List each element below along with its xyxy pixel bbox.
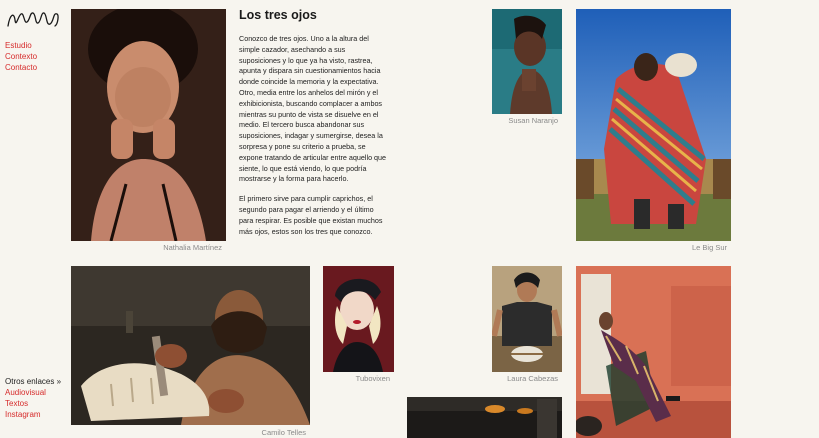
caption-tubovixen: Tubovixen bbox=[355, 374, 390, 383]
article: Los tres ojos Conozco de tres ojos. Uno … bbox=[239, 8, 387, 246]
photo-red-wall-portrait[interactable] bbox=[576, 266, 731, 438]
portrait-image bbox=[323, 266, 394, 372]
article-paragraph: El primero sirve para cumplir caprichos,… bbox=[239, 194, 383, 236]
caption-susan: Susan Naranjo bbox=[508, 116, 558, 125]
photo-interior[interactable] bbox=[407, 397, 562, 438]
nav-estudio-link[interactable]: Estudio bbox=[5, 40, 37, 51]
landscape-image bbox=[576, 9, 731, 241]
caption-camilo: Camilo Telles bbox=[261, 428, 306, 437]
photo-nathalia-martinez[interactable] bbox=[71, 9, 226, 241]
article-paragraph: Conozco de tres ojos. Uno a la altura de… bbox=[239, 34, 387, 184]
nav-contexto-link[interactable]: Contexto bbox=[5, 51, 37, 62]
main-nav: Estudio Contexto Contacto bbox=[5, 40, 37, 73]
portrait-image bbox=[71, 9, 226, 241]
photo-le-big-sur[interactable] bbox=[576, 9, 731, 241]
portrait-image bbox=[492, 266, 562, 372]
caption-le-big-sur: Le Big Sur bbox=[691, 243, 727, 252]
caption-laura: Laura Cabezas bbox=[507, 374, 558, 383]
photo-susan-naranjo[interactable] bbox=[492, 9, 562, 114]
butcher-image bbox=[71, 266, 310, 425]
photo-laura-cabezas[interactable] bbox=[492, 266, 562, 372]
audiovisual-link[interactable]: Audiovisual bbox=[5, 387, 61, 398]
instagram-link[interactable]: Instagram bbox=[5, 409, 61, 420]
interior-image bbox=[407, 397, 562, 438]
other-links-header: Otros enlaces » bbox=[5, 377, 62, 386]
portrait-image bbox=[576, 266, 731, 438]
textos-link[interactable]: Textos bbox=[5, 398, 61, 409]
portrait-image bbox=[492, 9, 562, 114]
nav-contacto-link[interactable]: Contacto bbox=[5, 62, 37, 73]
photo-tubovixen[interactable] bbox=[323, 266, 394, 372]
signature-logo[interactable] bbox=[6, 6, 60, 32]
photo-camilo-telles[interactable] bbox=[71, 266, 310, 425]
other-links: Otros enlaces » Audiovisual Textos Insta… bbox=[5, 376, 61, 420]
caption-nathalia: Nathalia Martínez bbox=[163, 243, 222, 252]
article-title: Los tres ojos bbox=[239, 8, 317, 22]
